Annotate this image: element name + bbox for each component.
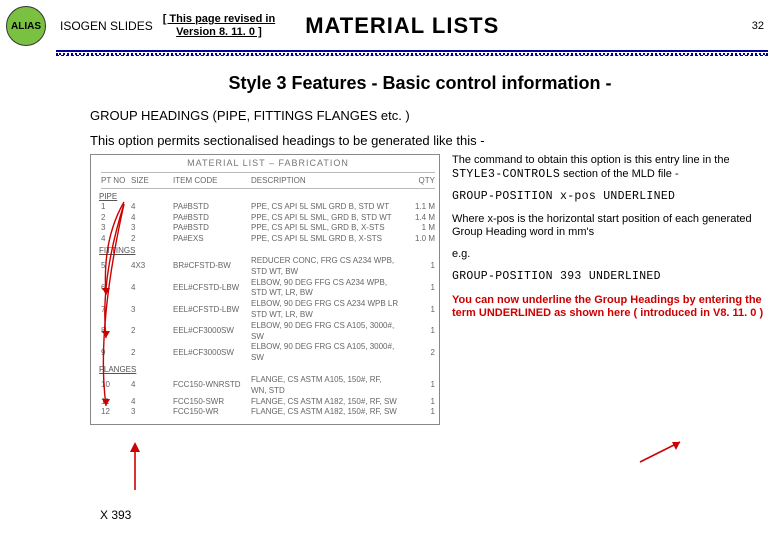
header-divider	[56, 50, 768, 55]
eg-label: e.g.	[452, 248, 768, 262]
group-heading: FLANGES	[99, 365, 435, 374]
section-heading: GROUP HEADINGS (PIPE, FITTINGS FLANGES e…	[90, 108, 768, 123]
table-row: 24PA#BSTDPPE, CS API 5L SML, GRD B, STD …	[101, 213, 435, 224]
figure-title: MATERIAL LIST – FABRICATION	[101, 158, 435, 168]
page-number: 32	[752, 20, 770, 32]
table-row: 54X3BR#CFSTD-BWREDUCER CONC, FRG CS A234…	[101, 256, 435, 278]
col-size: SIZE	[131, 176, 173, 187]
table-row: 82EEL#CF3000SWELBOW, 90 DEG FRG CS A105,…	[101, 321, 435, 343]
body: GROUP HEADINGS (PIPE, FITTINGS FLANGES e…	[0, 108, 780, 425]
table-row: 104FCC150-WNRSTDFLANGE, CS ASTM A105, 15…	[101, 375, 435, 397]
table-row: 114FCC150-SWRFLANGE, CS ASTM A182, 150#,…	[101, 397, 435, 408]
table-row: 64EEL#CFSTD-LBWELBOW, 90 DEG FFG CS A234…	[101, 278, 435, 300]
code-line-1: GROUP-POSITION x-pos UNDERLINED	[452, 190, 768, 204]
arrow-icon	[636, 438, 686, 464]
table-row: 92EEL#CF3000SWELBOW, 90 DEG FRG CS A105,…	[101, 342, 435, 364]
x393-label: X 393	[100, 508, 131, 522]
col-desc: DESCRIPTION	[251, 176, 405, 187]
arrow-icon	[126, 440, 144, 496]
page-title: MATERIAL LISTS	[305, 13, 752, 39]
revision-note: [ This page revised in Version 8. 11. 0 …	[163, 13, 275, 39]
header: ALIAS ISOGEN SLIDES [ This page revised …	[0, 0, 780, 48]
group-heading: PIPE	[99, 192, 435, 201]
table-row: 33PA#BSTDPPE, CS API 5L SML, GRD B, X-ST…	[101, 223, 435, 234]
xpos-explain: Where x-pos is the horizontal start posi…	[452, 213, 768, 241]
table-row: 14PA#BSTDPPE, CS API 5L SML GRD B, STD W…	[101, 202, 435, 213]
group-heading: FITTINGS	[99, 246, 435, 255]
intro-para: The command to obtain this option is thi…	[452, 154, 768, 182]
subtitle: Style 3 Features - Basic control informa…	[60, 73, 780, 94]
two-column-area: MATERIAL LIST – FABRICATION PT NO SIZE I…	[90, 154, 768, 425]
alias-logo: ALIAS	[6, 6, 46, 46]
col-qty: QTY	[405, 176, 435, 187]
col-ptno: PT NO	[101, 176, 131, 187]
figure-header-row: PT NO SIZE ITEM CODE DESCRIPTION QTY	[101, 176, 435, 187]
table-row: 123FCC150-WRFLANGE, CS ASTM A182, 150#, …	[101, 407, 435, 418]
material-list-figure: MATERIAL LIST – FABRICATION PT NO SIZE I…	[90, 154, 440, 425]
underline-note: You can now underline the Group Headings…	[452, 294, 768, 320]
brand-text: ISOGEN SLIDES	[60, 19, 153, 33]
revision-line2: Version 8. 11. 0 ]	[176, 26, 262, 38]
table-row: 42PA#EXSPPE, CS API 5L SML GRD B, X-STS1…	[101, 234, 435, 245]
revision-line1: [ This page revised in	[163, 13, 275, 25]
col-code: ITEM CODE	[173, 176, 251, 187]
table-row: 73EEL#CFSTD-LBWELBOW, 90 DEG FRG CS A234…	[101, 299, 435, 321]
code-line-2: GROUP-POSITION 393 UNDERLINED	[452, 270, 768, 284]
section-lead: This option permits sectionalised headin…	[90, 133, 768, 148]
right-column: The command to obtain this option is thi…	[452, 154, 768, 425]
